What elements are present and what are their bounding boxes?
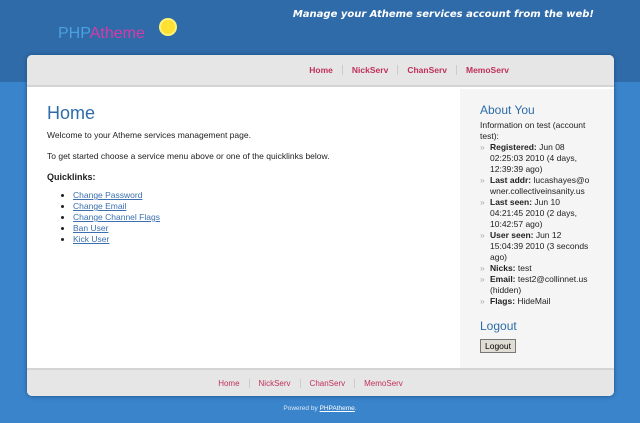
nav-home[interactable]: Home [300,65,342,75]
intro-text: To get started choose a service menu abo… [47,151,330,161]
list-item: Email: test2@collinnet.us (hidden) [480,274,594,296]
quicklinks-heading: Quicklinks: [47,172,96,182]
tagline: Manage your Atheme services account from… [292,9,594,20]
list-item: Change Email [73,201,440,212]
footer-nav-home[interactable]: Home [209,379,248,388]
main-content: Home Welcome to your Atheme services man… [27,89,460,368]
list-item: Change Channel Flags [73,212,440,223]
about-info: Information on test (account test): [480,120,586,141]
list-item: Change Password [73,190,440,201]
footer-nav-chanserv[interactable]: ChanServ [299,378,355,388]
phpatheme-link[interactable]: PHPAtheme [320,405,355,412]
footer-nav-memoserv[interactable]: MemoServ [354,378,412,388]
sun-icon [161,20,175,34]
page-title: Home [47,103,96,123]
page-container: Home NickServ ChanServ MemoServ Home Wel… [27,55,614,396]
list-item: Flags: HideMail [480,296,594,307]
nav-memoserv[interactable]: MemoServ [456,65,518,75]
quicklink-change-email[interactable]: Change Email [73,201,126,211]
nav-chanserv[interactable]: ChanServ [397,65,456,75]
list-item: Nicks: test [480,263,594,274]
logo[interactable]: PHPAtheme [58,25,145,43]
quicklink-change-channel-flags[interactable]: Change Channel Flags [73,212,160,222]
quicklink-ban-user[interactable]: Ban User [73,223,108,233]
top-nav: Home NickServ ChanServ MemoServ [27,55,614,87]
list-item: Ban User [73,223,440,234]
list-item: Registered: Jun 08 02:25:03 2010 (4 days… [480,142,594,175]
list-item: Last addr: lucashayes@owner.collectivein… [480,175,594,197]
list-item: User seen: Jun 12 15:04:39 2010 (3 secon… [480,230,594,263]
powered-by: Powered by PHPAtheme. [283,405,357,412]
list-item: Last seen: Jun 10 04:21:45 2010 (2 days,… [480,197,594,230]
logout-title: Logout [480,319,517,333]
footer-nav-nickserv[interactable]: NickServ [248,378,300,388]
footer-nav: Home NickServ ChanServ MemoServ [27,368,614,396]
quicklink-kick-user[interactable]: Kick User [73,234,109,244]
logout-button[interactable]: Logout [480,339,516,353]
quicklinks-list: Change Password Change Email Change Chan… [47,190,440,245]
about-list: Registered: Jun 08 02:25:03 2010 (4 days… [480,142,594,307]
welcome-text: Welcome to your Atheme services manageme… [47,130,251,140]
sidebar: About You Information on test (account t… [460,89,614,368]
about-title: About You [480,103,535,117]
quicklink-change-password[interactable]: Change Password [73,190,142,200]
nav-nickserv[interactable]: NickServ [341,65,397,75]
list-item: Kick User [73,234,440,245]
